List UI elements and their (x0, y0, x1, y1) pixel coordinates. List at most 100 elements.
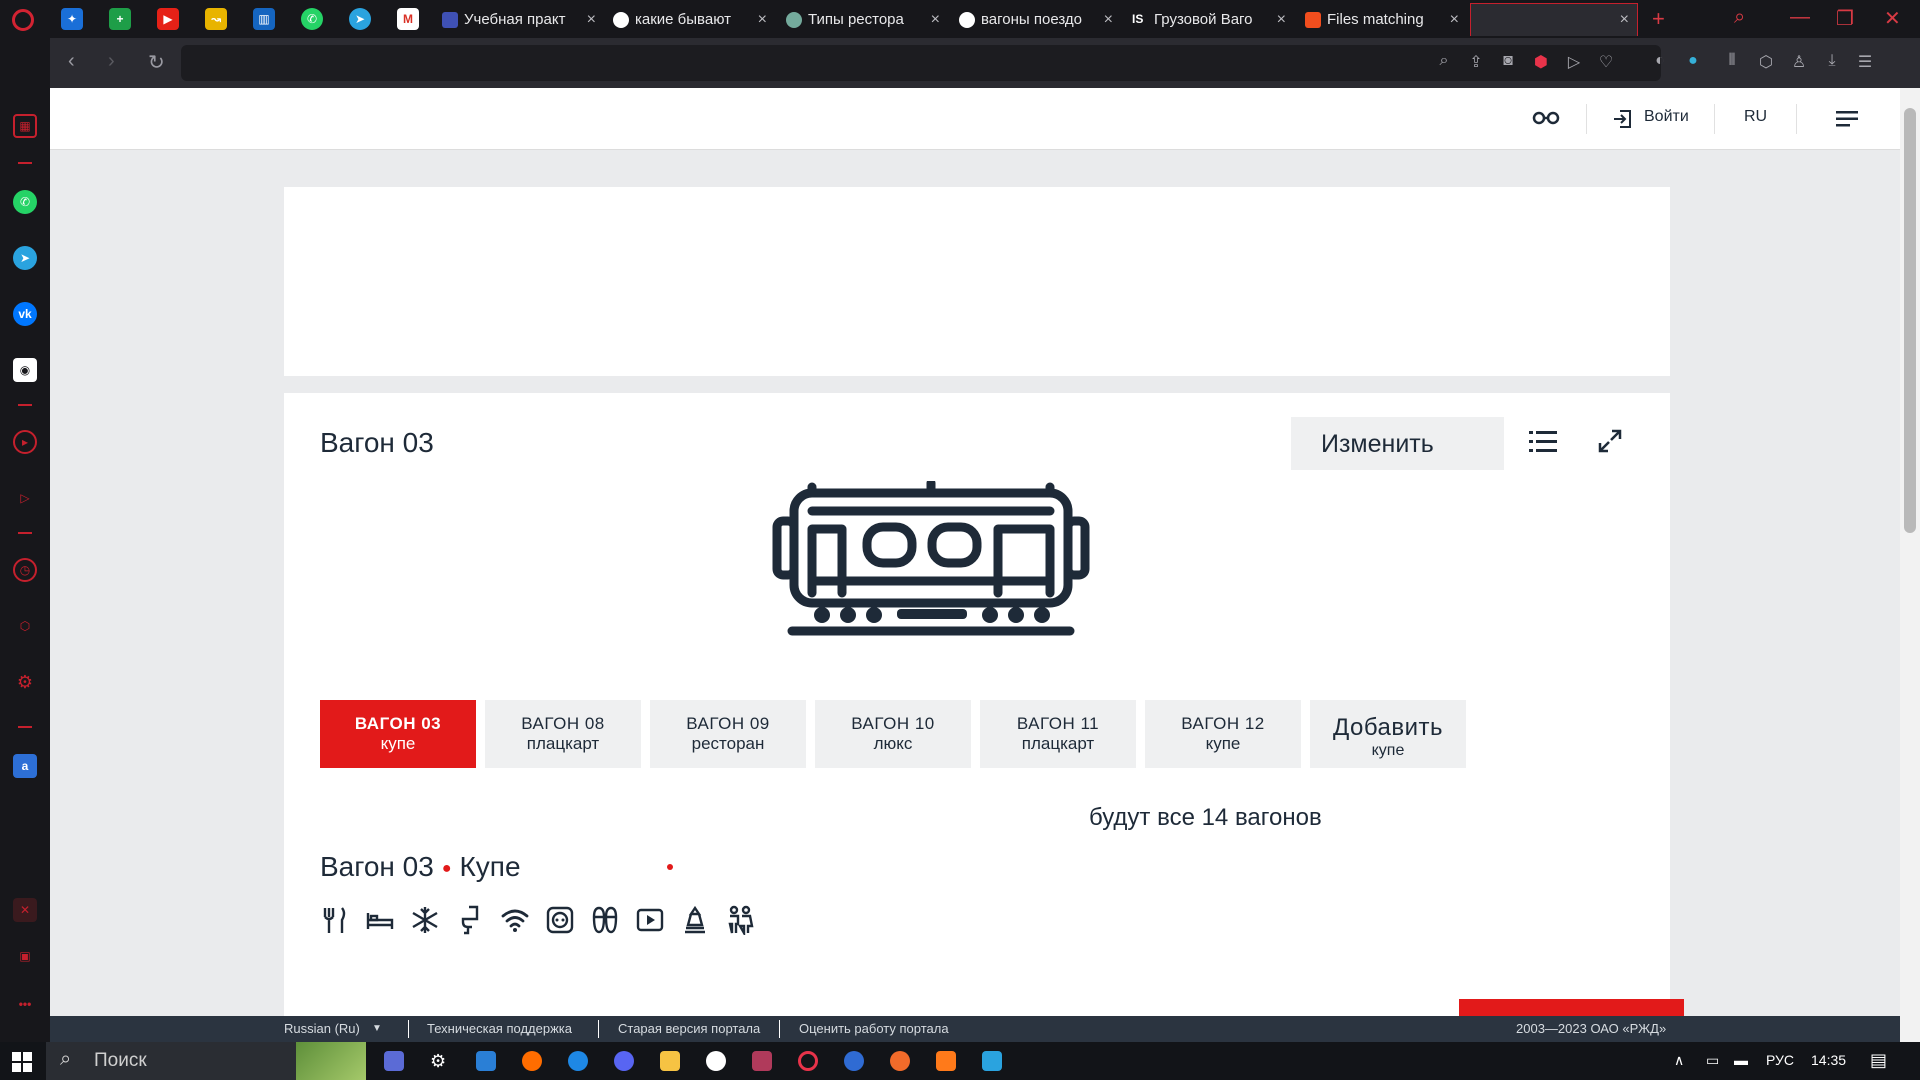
close-window-icon[interactable]: ✕ (1884, 6, 1901, 31)
video-icon[interactable] (635, 905, 665, 935)
pinned-telegram-icon[interactable]: ➤ (349, 8, 371, 30)
taskbar-app-icon[interactable] (982, 1051, 1002, 1071)
taskbar-yandex-icon[interactable] (706, 1051, 726, 1071)
tab-close-icon[interactable]: × (587, 11, 596, 29)
pinned-tab-icon[interactable]: ✦ (61, 8, 83, 30)
air-conditioning-icon[interactable] (410, 905, 440, 935)
notifications-icon[interactable]: ▤ (1870, 1050, 1887, 1071)
tab-close-icon[interactable]: × (1104, 11, 1113, 29)
download-icon[interactable]: ⤓ (1822, 52, 1842, 72)
tray-battery-icon[interactable]: ▬ (1734, 1052, 1748, 1068)
sidebar-more-icon[interactable]: ••• (13, 992, 37, 1016)
sidebar-player-icon[interactable]: ▸ (13, 430, 37, 454)
sidebar-whatsapp-icon[interactable]: ✆ (13, 190, 37, 214)
footer-link-old-portal[interactable]: Старая версия портала (618, 1021, 760, 1036)
taskbar-app-icon[interactable] (384, 1051, 404, 1071)
page-scrollbar[interactable] (1900, 88, 1920, 1042)
wifi-icon[interactable] (500, 905, 530, 935)
footer-link-support[interactable]: Техническая поддержка (427, 1021, 572, 1036)
extension-icon[interactable]: ◐ (1650, 52, 1670, 72)
send-icon[interactable]: ▷ (1564, 52, 1584, 72)
profile-icon[interactable]: ♙ (1789, 52, 1809, 72)
wagon-tab[interactable]: ВАГОН 11 плацкарт (980, 700, 1136, 768)
pinned-youtube-icon[interactable]: ▶ (157, 8, 179, 30)
scrollbar-thumb[interactable] (1904, 108, 1916, 533)
sidebar-mute-icon[interactable]: ✕ (13, 898, 37, 922)
extensions-bar-icon[interactable]: ⦀ (1722, 52, 1742, 72)
tab-close-icon[interactable]: × (1450, 11, 1459, 29)
start-button-icon[interactable] (12, 1052, 32, 1072)
menu-icon[interactable] (1836, 111, 1858, 127)
browser-tab[interactable]: Типы рестора × (778, 3, 948, 36)
browser-tab[interactable]: Files matching × (1297, 3, 1467, 36)
share-icon[interactable]: ⇪ (1466, 52, 1486, 72)
pinned-app-icon[interactable]: ↝ (205, 8, 227, 30)
tray-language[interactable]: РУС (1766, 1052, 1794, 1068)
language-switch[interactable]: RU (1744, 108, 1767, 126)
glasses-icon[interactable] (1532, 110, 1560, 126)
tab-close-icon[interactable]: × (1277, 11, 1286, 29)
sidebar-telegram-icon[interactable]: ➤ (13, 246, 37, 270)
taskbar-opera-icon[interactable] (798, 1051, 818, 1071)
adblock-icon[interactable]: ⬢ (1531, 52, 1551, 72)
food-icon[interactable] (320, 905, 350, 935)
family-icon[interactable] (725, 905, 755, 935)
list-view-icon[interactable] (1529, 431, 1557, 453)
taskbar-explorer-icon[interactable] (660, 1051, 680, 1071)
login-link[interactable]: Войти (1644, 108, 1689, 126)
socket-icon[interactable] (545, 905, 575, 935)
pinned-sheets-icon[interactable]: + (109, 8, 131, 30)
wagon-tab[interactable]: ВАГОН 09 ресторан (650, 700, 806, 768)
footer-link-rate[interactable]: Оценить работу портала (799, 1021, 949, 1036)
restore-icon[interactable]: ❐ (1836, 6, 1854, 31)
tray-device-icon[interactable]: ▭ (1706, 1052, 1719, 1069)
wagon-tab[interactable]: ВАГОН 12 купе (1145, 700, 1301, 768)
easy-setup-icon[interactable]: ☰ (1855, 52, 1875, 72)
toilet-icon[interactable] (455, 905, 485, 935)
sidebar-history-icon[interactable]: ◷ (13, 558, 37, 582)
taskbar-search-input[interactable]: ⌕ Поиск (46, 1042, 366, 1080)
wagon-tab[interactable]: ВАГОН 08 плацкарт (485, 700, 641, 768)
taskbar-app-icon[interactable] (568, 1051, 588, 1071)
taskbar-app-icon[interactable] (890, 1051, 910, 1071)
sidebar-translator-icon[interactable]: a (13, 754, 37, 778)
minimize-icon[interactable]: — (1790, 6, 1810, 29)
footer-language-select[interactable]: Russian (Ru) (284, 1021, 360, 1036)
sidebar-vk-icon[interactable]: vk (13, 302, 37, 326)
taskbar-ide-icon[interactable] (752, 1051, 772, 1071)
browser-tab[interactable]: Учебная практ × (434, 3, 604, 36)
pet-icon[interactable] (680, 905, 710, 935)
new-tab-button[interactable]: + (1652, 6, 1665, 32)
sidebar-send-icon[interactable]: ▷ (13, 486, 37, 510)
pinned-trello-icon[interactable]: ▥ (253, 8, 275, 30)
cube-icon[interactable]: ⬡ (1756, 52, 1776, 72)
tray-clock[interactable]: 14:35 (1811, 1052, 1846, 1068)
browser-tab[interactable]: IS Грузовой Ваго × (1124, 3, 1294, 36)
wagon-tab[interactable]: ВАГОН 03 купе (320, 700, 476, 768)
tab-close-icon[interactable]: × (758, 11, 767, 29)
pinned-gmail-icon[interactable]: M (397, 8, 419, 30)
sidebar-cube-icon[interactable]: ⬡ (13, 614, 37, 638)
tab-close-icon[interactable]: × (931, 11, 940, 29)
sidebar-gallery-icon[interactable]: ▣ (13, 944, 37, 968)
taskbar-firefox-icon[interactable] (522, 1051, 542, 1071)
taskbar-mail-icon[interactable] (476, 1051, 496, 1071)
taskbar-app-icon[interactable] (844, 1051, 864, 1071)
taskbar-app-icon[interactable] (936, 1051, 956, 1071)
search-page-icon[interactable]: ⌕ (1434, 52, 1454, 72)
taskbar-discord-icon[interactable] (614, 1051, 634, 1071)
sidebar-aria-icon[interactable]: ▦ (13, 114, 37, 138)
bookmark-heart-icon[interactable]: ♡ (1596, 52, 1616, 72)
bed-icon[interactable] (365, 905, 395, 935)
opera-menu-icon[interactable] (12, 9, 34, 31)
extension-blue-icon[interactable]: ● (1683, 52, 1703, 72)
wagon-tab[interactable]: ВАГОН 10 люкс (815, 700, 971, 768)
forward-icon[interactable]: › (108, 50, 115, 73)
slippers-icon[interactable] (590, 905, 620, 935)
sidebar-discord-icon[interactable]: ◉ (13, 358, 37, 382)
browser-tab[interactable]: какие бывают × (605, 3, 775, 36)
login-icon[interactable] (1612, 109, 1632, 129)
search-tabs-icon[interactable]: ⌕ (1734, 6, 1745, 29)
browser-tab-active[interactable]: × (1470, 3, 1638, 36)
tab-close-icon[interactable]: × (1620, 11, 1629, 29)
